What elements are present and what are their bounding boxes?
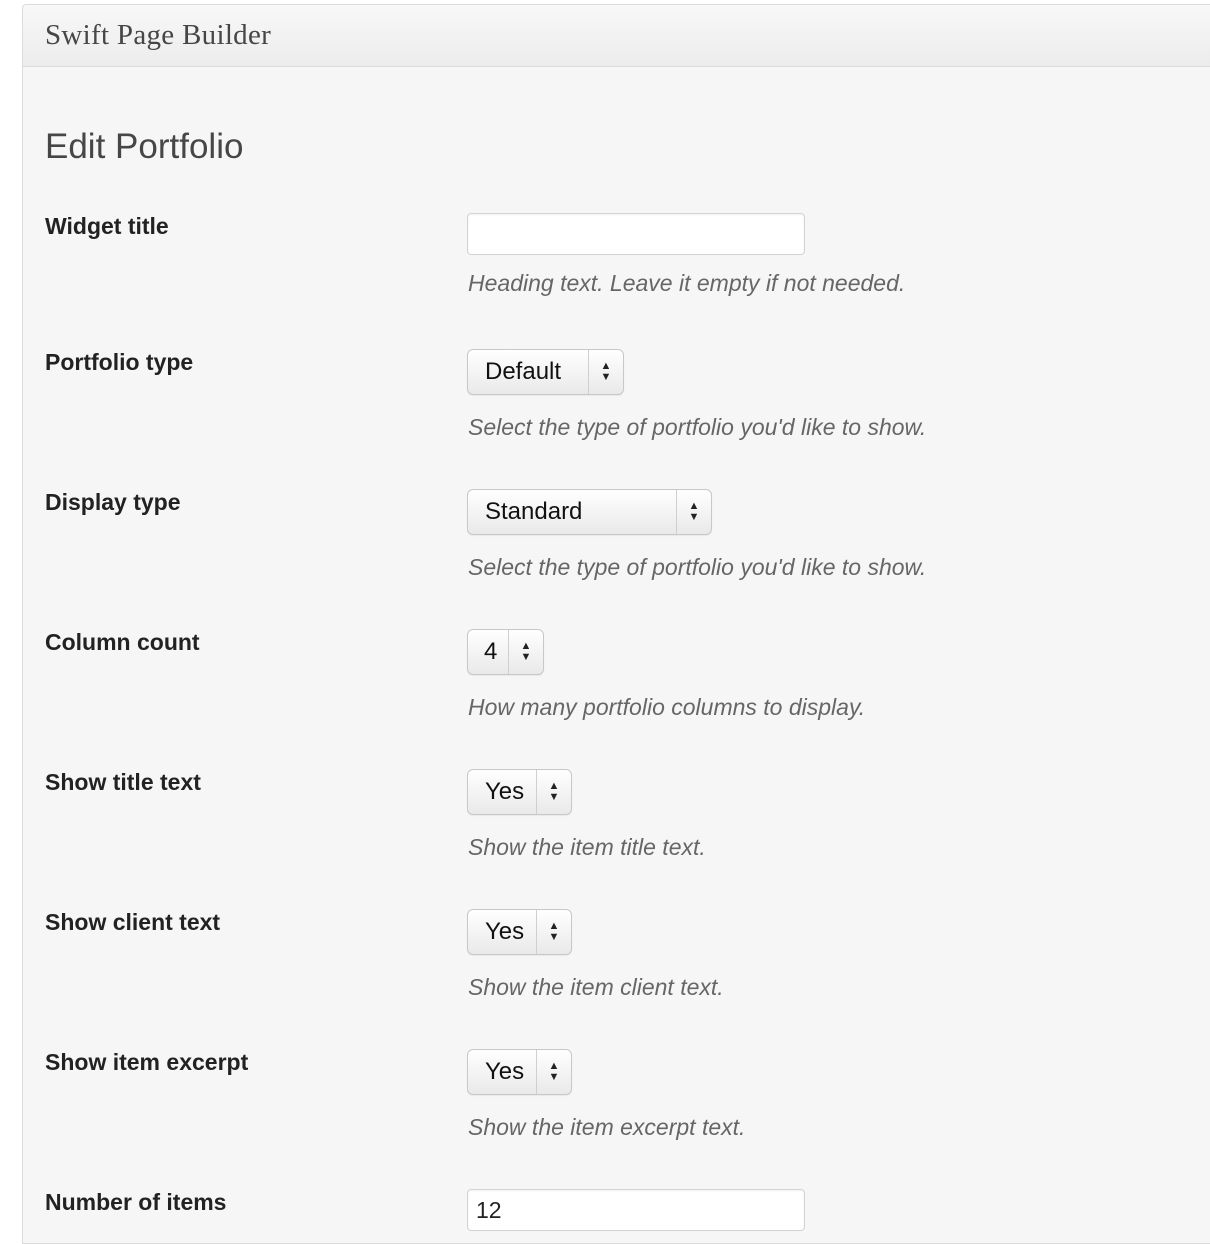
field-label: Display type [45,489,181,515]
field-label: Show item excerpt [45,1049,249,1075]
field-label: Show title text [45,769,201,795]
display-type-select[interactable]: Standard ▲ ▼ [467,489,712,535]
field-description: Show the item title text. [468,834,706,860]
field-label: Column count [45,629,200,655]
select-arrows-icon: ▲ ▼ [508,630,543,674]
arrow-down-icon: ▼ [688,511,700,523]
field-label: Portfolio type [45,349,194,375]
select-arrows-icon: ▲ ▼ [536,770,571,814]
field-label: Number of items [45,1189,227,1215]
widget-title-input[interactable] [467,213,805,255]
column-count-select[interactable]: 4 ▲ ▼ [467,629,544,675]
page-title: Edit Portfolio [45,127,244,166]
select-value: Yes [485,918,525,945]
select-arrows-icon: ▲ ▼ [588,350,623,394]
show-title-text-select[interactable]: Yes ▲ ▼ [467,769,572,815]
select-value: Standard [485,498,583,525]
field-description: Heading text. Leave it empty if not need… [468,270,906,296]
panel-title: Swift Page Builder [45,19,272,51]
panel-header: Swift Page Builder [23,5,1210,67]
show-client-text-select[interactable]: Yes ▲ ▼ [467,909,572,955]
field-description: How many portfolio columns to display. [468,694,866,720]
arrow-down-icon: ▼ [548,1071,560,1083]
portfolio-type-select[interactable]: Default ▲ ▼ [467,349,624,395]
arrow-down-icon: ▼ [600,371,612,383]
select-value: Yes [485,1058,525,1085]
arrow-down-icon: ▼ [548,791,560,803]
select-value: Yes [485,778,525,805]
number-of-items-input[interactable] [467,1189,805,1231]
select-value: Default [485,358,562,385]
field-label: Widget title [45,213,169,239]
field-label: Show client text [45,909,221,935]
arrow-down-icon: ▼ [520,651,532,663]
show-item-excerpt-select[interactable]: Yes ▲ ▼ [467,1049,572,1095]
select-value: 4 [484,638,498,665]
field-description: Select the type of portfolio you'd like … [468,554,927,580]
field-description: Show the item excerpt text. [468,1114,746,1140]
select-arrows-icon: ▲ ▼ [676,490,711,534]
select-arrows-icon: ▲ ▼ [536,1050,571,1094]
arrow-down-icon: ▼ [548,931,560,943]
page-builder-panel: Swift Page Builder Edit Portfolio Widget… [22,4,1210,1244]
field-description: Select the type of portfolio you'd like … [468,414,927,440]
field-description: Show the item client text. [468,974,724,1000]
select-arrows-icon: ▲ ▼ [536,910,571,954]
